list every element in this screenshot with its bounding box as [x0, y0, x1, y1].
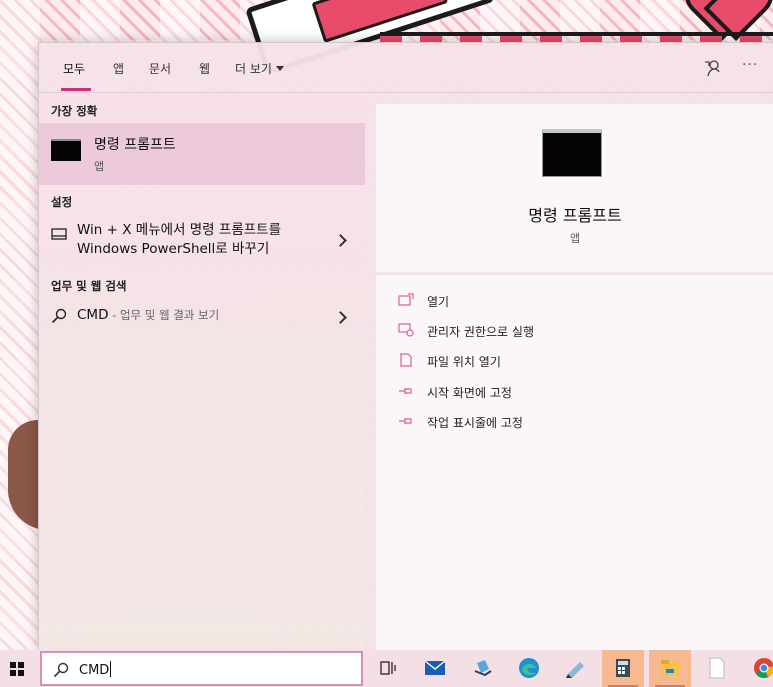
settings-result-line1: Win + X 메뉴에서 명령 프롬프트를 [77, 222, 281, 238]
preview-title: 명령 프롬프트 [528, 206, 622, 225]
taskbar: CMD [0, 650, 773, 687]
search-icon [53, 662, 69, 678]
file-explorer-icon [661, 660, 679, 676]
pin-to-taskbar-icon [399, 418, 412, 424]
windows-logo-icon [10, 662, 24, 676]
feedback-icon[interactable] [703, 58, 723, 78]
search-input-value: CMD [79, 663, 110, 678]
web-search-query: CMD [77, 307, 109, 323]
task-view-button[interactable] [367, 650, 409, 687]
web-search-result-item[interactable]: CMD - 업무 및 웹 결과 보기 [39, 302, 365, 332]
taskbar-settings-icon [51, 228, 67, 240]
preview-subtitle: 앱 [569, 232, 581, 245]
command-prompt-icon [51, 139, 81, 161]
best-match-item[interactable]: 명령 프롬프트 앱 [39, 123, 365, 185]
action-run-as-admin-label: 관리자 권한으로 실행 [427, 325, 534, 339]
action-open-label: 열기 [427, 295, 450, 309]
search-icon [51, 308, 67, 324]
best-match-title: 명령 프롬프트 [94, 137, 176, 153]
preview-divider [376, 272, 773, 275]
tab-more-label: 더 보기 [235, 62, 272, 76]
task-view-icon [380, 661, 396, 675]
store-button[interactable] [461, 650, 503, 687]
tab-all[interactable]: 모두 [63, 60, 85, 77]
tab-documents[interactable]: 문서 [149, 60, 171, 77]
preview-pane: 명령 프롬프트 앱 열기 관리자 권한으로 실행 파일 위치 열기 시작 화면에… [376, 104, 773, 651]
edge-button[interactable] [508, 650, 550, 687]
search-tabs-bar: 모두 앱 문서 웹 더 보기 ··· [39, 43, 773, 93]
tab-more[interactable]: 더 보기 [235, 60, 284, 77]
settings-result-item[interactable]: Win + X 메뉴에서 명령 프롬프트를 Windows PowerShell… [39, 219, 365, 263]
settings-result-line2: Windows PowerShell로 바꾸기 [77, 241, 270, 257]
web-search-hint: - 업무 및 웹 결과 보기 [108, 308, 220, 322]
store-icon [474, 660, 492, 677]
file-explorer-button[interactable] [649, 650, 691, 687]
taskbar-search-box[interactable]: CMD [40, 651, 363, 686]
run-as-admin-icon [398, 323, 414, 337]
text-caret [110, 661, 112, 677]
action-pin-to-taskbar-label: 작업 표시줄에 고정 [427, 416, 523, 430]
more-options-icon[interactable]: ··· [742, 57, 758, 73]
chrome-button[interactable] [743, 650, 773, 687]
section-settings: 설정 [51, 195, 73, 209]
start-button[interactable] [0, 650, 36, 687]
active-tab-indicator [61, 88, 91, 91]
tab-web[interactable]: 웹 [199, 60, 210, 77]
section-web-search: 업무 및 웹 검색 [51, 279, 127, 293]
mail-button[interactable] [414, 650, 456, 687]
start-search-panel: 모두 앱 문서 웹 더 보기 ··· 가장 정확 명령 프롬프트 앱 설정 Wi… [38, 42, 773, 651]
action-open-file-location-label: 파일 위치 열기 [427, 355, 501, 369]
wallpaper-heart [690, 0, 760, 35]
action-pin-to-start-label: 시작 화면에 고정 [427, 386, 512, 400]
edge-icon [519, 658, 539, 678]
blank-file-icon [709, 657, 725, 679]
command-prompt-large-icon [542, 129, 602, 177]
calculator-button[interactable] [602, 650, 644, 687]
pin-to-start-icon [399, 388, 412, 394]
caret-down-icon [275, 66, 284, 71]
mail-icon [424, 660, 446, 675]
chevron-right-icon [334, 311, 347, 324]
best-match-subtitle: 앱 [94, 160, 105, 173]
tab-apps[interactable]: 앱 [113, 60, 124, 77]
calculator-icon [616, 659, 630, 677]
results-list: 가장 정확 명령 프롬프트 앱 설정 Win + X 메뉴에서 명령 프롬프트를… [39, 94, 365, 651]
file-location-icon [400, 353, 412, 367]
section-best-match: 가장 정확 [51, 104, 98, 118]
chrome-icon [754, 658, 773, 678]
search-input[interactable]: CMD [79, 661, 112, 678]
chevron-right-icon [334, 234, 347, 247]
open-icon [398, 293, 414, 306]
notepad-icon [566, 662, 584, 678]
notepad-button[interactable] [555, 650, 597, 687]
blank-file-button[interactable] [696, 650, 738, 687]
